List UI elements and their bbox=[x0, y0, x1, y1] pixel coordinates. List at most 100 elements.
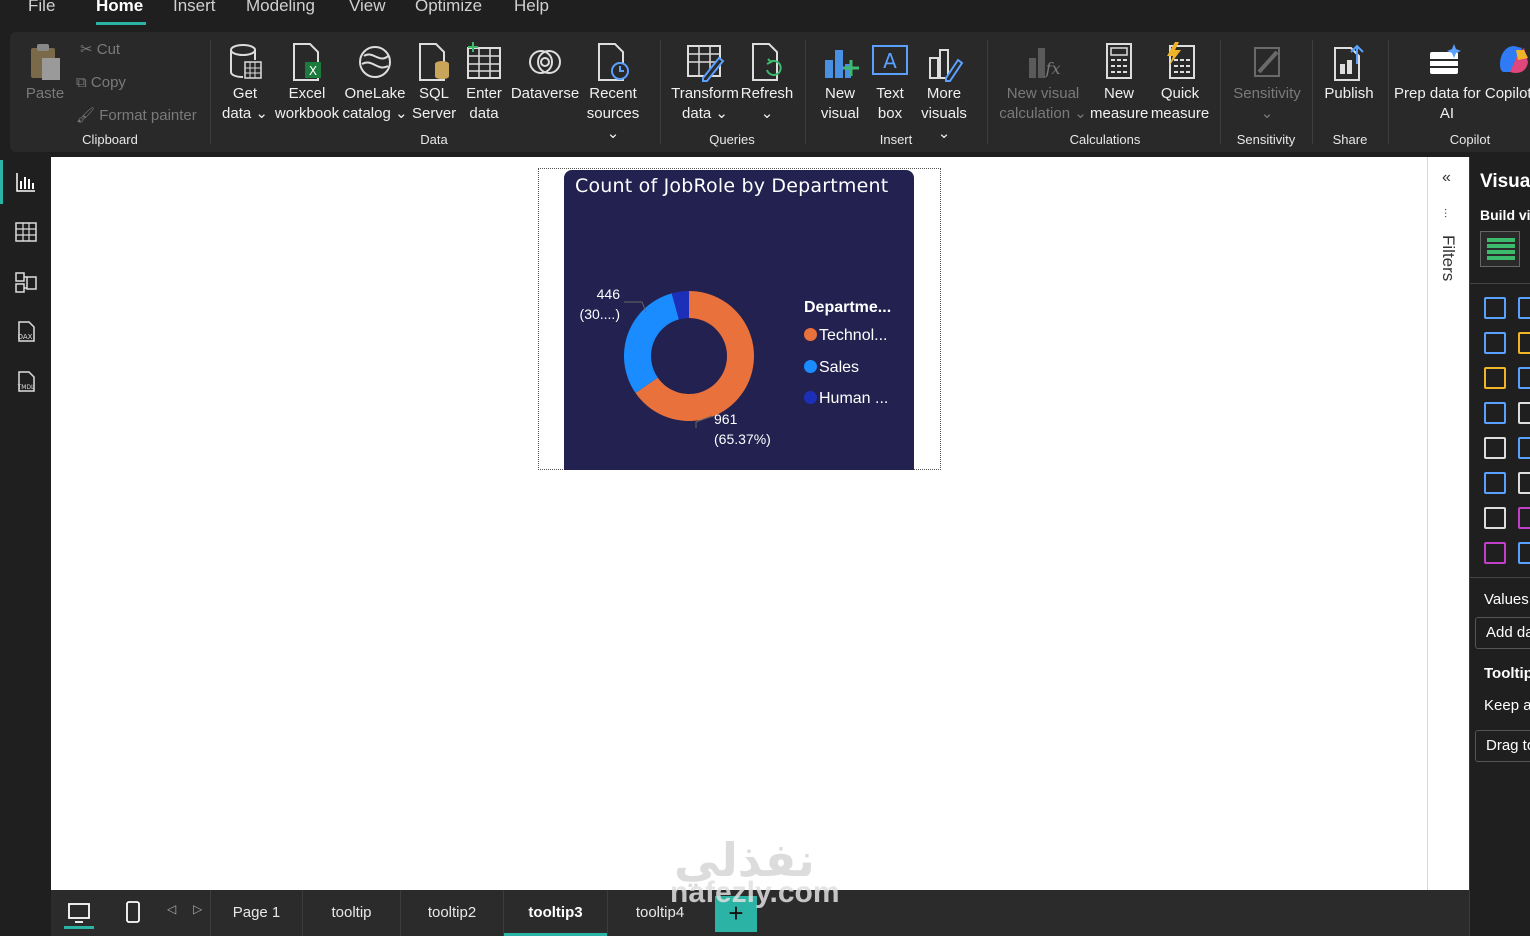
quick-measure-button[interactable]: Quick measure bbox=[1150, 42, 1210, 124]
menu-insert[interactable]: Insert bbox=[173, 0, 216, 16]
mobile-icon bbox=[126, 901, 140, 923]
recent-sources-button[interactable]: Recent sources ⌄ bbox=[580, 42, 646, 144]
model-view-icon[interactable] bbox=[13, 269, 39, 295]
python-visual-alt-icon[interactable] bbox=[1518, 472, 1530, 494]
menu-modeling[interactable]: Modeling bbox=[246, 0, 315, 16]
recent-label-1: Recent bbox=[589, 85, 637, 102]
bar-chart-alt-icon[interactable] bbox=[1518, 297, 1530, 319]
paste-button[interactable]: Paste bbox=[24, 42, 66, 104]
build-visual-label: Build vi bbox=[1480, 207, 1530, 223]
refresh-button[interactable]: Refresh ⌄ bbox=[740, 42, 794, 124]
mobile-layout-button[interactable] bbox=[119, 898, 147, 930]
menu-view[interactable]: View bbox=[349, 0, 386, 16]
onelake-label-2: catalog ⌄ bbox=[342, 105, 408, 122]
table-view-icon[interactable] bbox=[13, 219, 39, 245]
table-visual-alt-icon[interactable] bbox=[1518, 437, 1530, 459]
transform-label-2: data ⌄ bbox=[682, 105, 728, 122]
enter-data-button[interactable]: Enter data bbox=[462, 42, 506, 124]
copilot-icon[interactable] bbox=[1496, 42, 1530, 78]
refresh-icon bbox=[752, 43, 782, 81]
quick-measure-label-1: Quick bbox=[1160, 85, 1200, 102]
prev-page-icon[interactable]: ◁ bbox=[167, 902, 176, 916]
legend-item-sales[interactable]: Sales bbox=[804, 359, 859, 377]
queries-group-label: Queries bbox=[709, 132, 755, 147]
clipboard-group-label: Clipboard bbox=[82, 132, 138, 147]
dataverse-button[interactable]: Dataverse bbox=[510, 42, 580, 104]
drag-fields-drop-zone[interactable]: Drag to bbox=[1475, 730, 1530, 762]
menu-file[interactable]: File bbox=[28, 0, 55, 16]
data-label-sales: 446 (30....) bbox=[578, 284, 620, 324]
more-visuals-button[interactable]: More visuals ⌄ bbox=[914, 42, 974, 144]
sensitivity-label-2: ⌄ bbox=[1260, 105, 1274, 122]
active-layout-indicator bbox=[64, 926, 94, 929]
menu-optimize[interactable]: Optimize bbox=[415, 0, 482, 16]
format-painter-button[interactable]: 🖌 Format painter bbox=[76, 106, 197, 124]
get-data-label-2: data ⌄ bbox=[222, 105, 268, 122]
menu-home[interactable]: Home bbox=[96, 0, 143, 16]
excel-workbook-button[interactable]: X Excel workbook bbox=[272, 42, 342, 124]
menu-help[interactable]: Help bbox=[514, 0, 549, 16]
new-visual-calculation-button[interactable]: fx New visual calculation ⌄ bbox=[998, 42, 1088, 124]
tmdl-view-icon[interactable]: TMDL bbox=[13, 369, 39, 395]
donut-slice-sales[interactable] bbox=[624, 293, 679, 393]
collapse-chevron-icon[interactable]: « bbox=[1442, 169, 1451, 187]
power-apps-alt-icon[interactable] bbox=[1518, 542, 1530, 564]
paginated-report-icon[interactable] bbox=[1484, 507, 1506, 529]
table-visual-icon[interactable] bbox=[1484, 437, 1506, 459]
watermark: نفذلي nafezly.com bbox=[670, 837, 840, 910]
more-visuals-label-1: More bbox=[926, 85, 962, 102]
filters-pane-collapsed[interactable]: « ⫶ Filters bbox=[1427, 157, 1469, 890]
next-page-icon[interactable]: ▷ bbox=[193, 902, 202, 916]
treemap-alt-icon[interactable] bbox=[1518, 402, 1530, 424]
insert-group-label: Insert bbox=[879, 132, 913, 147]
new-measure-label-2: measure bbox=[1090, 105, 1149, 122]
text-box-button[interactable]: A Text box bbox=[868, 42, 912, 124]
copy-button[interactable]: ⧉ Copy bbox=[76, 74, 126, 91]
view-switcher-rail: DAX TMDL bbox=[0, 157, 50, 936]
dax-query-view-icon[interactable]: DAX bbox=[13, 319, 39, 345]
page-tab[interactable]: tooltip bbox=[303, 890, 401, 936]
active-menu-indicator bbox=[96, 22, 146, 25]
legend-item-technology[interactable]: Technol... bbox=[804, 327, 887, 345]
power-apps-icon[interactable] bbox=[1484, 542, 1506, 564]
line-chart-alt-icon[interactable] bbox=[1518, 332, 1530, 354]
cut-button[interactable]: ✂ Cut bbox=[80, 40, 120, 58]
get-data-button[interactable]: Get data ⌄ bbox=[220, 42, 270, 124]
recent-sources-icon bbox=[598, 43, 629, 81]
python-visual-icon[interactable] bbox=[1484, 472, 1506, 494]
sensitivity-button[interactable]: Sensitivity ⌄ bbox=[1230, 42, 1304, 124]
donut-chart-visual[interactable]: Count of JobRole by Department 446 (30..… bbox=[564, 170, 914, 470]
transform-label-1: Transform bbox=[671, 85, 739, 102]
transform-data-button[interactable]: Transform data ⌄ bbox=[670, 42, 740, 124]
ribbon-chart-alt-icon[interactable] bbox=[1518, 367, 1530, 389]
ribbon: Paste ✂ Cut ⧉ Copy 🖌 Format painter Clip… bbox=[10, 32, 1530, 152]
selected-visual-type[interactable] bbox=[1480, 231, 1520, 267]
onelake-catalog-button[interactable]: OneLake catalog ⌄ bbox=[342, 42, 408, 124]
desktop-layout-button[interactable] bbox=[63, 898, 95, 930]
enter-data-label-2: data bbox=[469, 105, 499, 122]
report-view-icon[interactable] bbox=[13, 169, 39, 195]
data-label-percent: (30....) bbox=[579, 306, 620, 322]
excel-label-1: Excel bbox=[288, 85, 326, 102]
treemap-icon[interactable] bbox=[1484, 402, 1506, 424]
recent-label-2: sources ⌄ bbox=[586, 105, 640, 142]
line-chart-icon[interactable] bbox=[1484, 332, 1506, 354]
sql-server-button[interactable]: SQL Server bbox=[412, 42, 456, 124]
new-visual-button[interactable]: New visual bbox=[816, 42, 864, 124]
page-tab-active[interactable]: tooltip3 bbox=[504, 890, 608, 936]
page-tab[interactable]: Page 1 bbox=[211, 890, 303, 936]
visual-calculation-icon: fx bbox=[1029, 48, 1060, 78]
page-tab[interactable]: tooltip2 bbox=[401, 890, 504, 936]
visualizations-title: Visual bbox=[1480, 171, 1530, 192]
legend-item-human-resources[interactable]: Human ... bbox=[804, 390, 888, 408]
scissors-icon: ✂ bbox=[80, 41, 97, 58]
excel-label-2: workbook bbox=[274, 105, 340, 122]
paginated-report-alt-icon[interactable] bbox=[1518, 507, 1530, 529]
add-data-field[interactable]: Add da bbox=[1475, 617, 1530, 649]
ribbon-chart-icon[interactable] bbox=[1484, 367, 1506, 389]
divider bbox=[1470, 577, 1530, 578]
bar-chart-icon[interactable] bbox=[1484, 297, 1506, 319]
new-measure-button[interactable]: New measure bbox=[1090, 42, 1148, 124]
publish-button[interactable]: Publish bbox=[1320, 42, 1378, 104]
tooltips-label: Tooltip bbox=[1484, 665, 1530, 682]
